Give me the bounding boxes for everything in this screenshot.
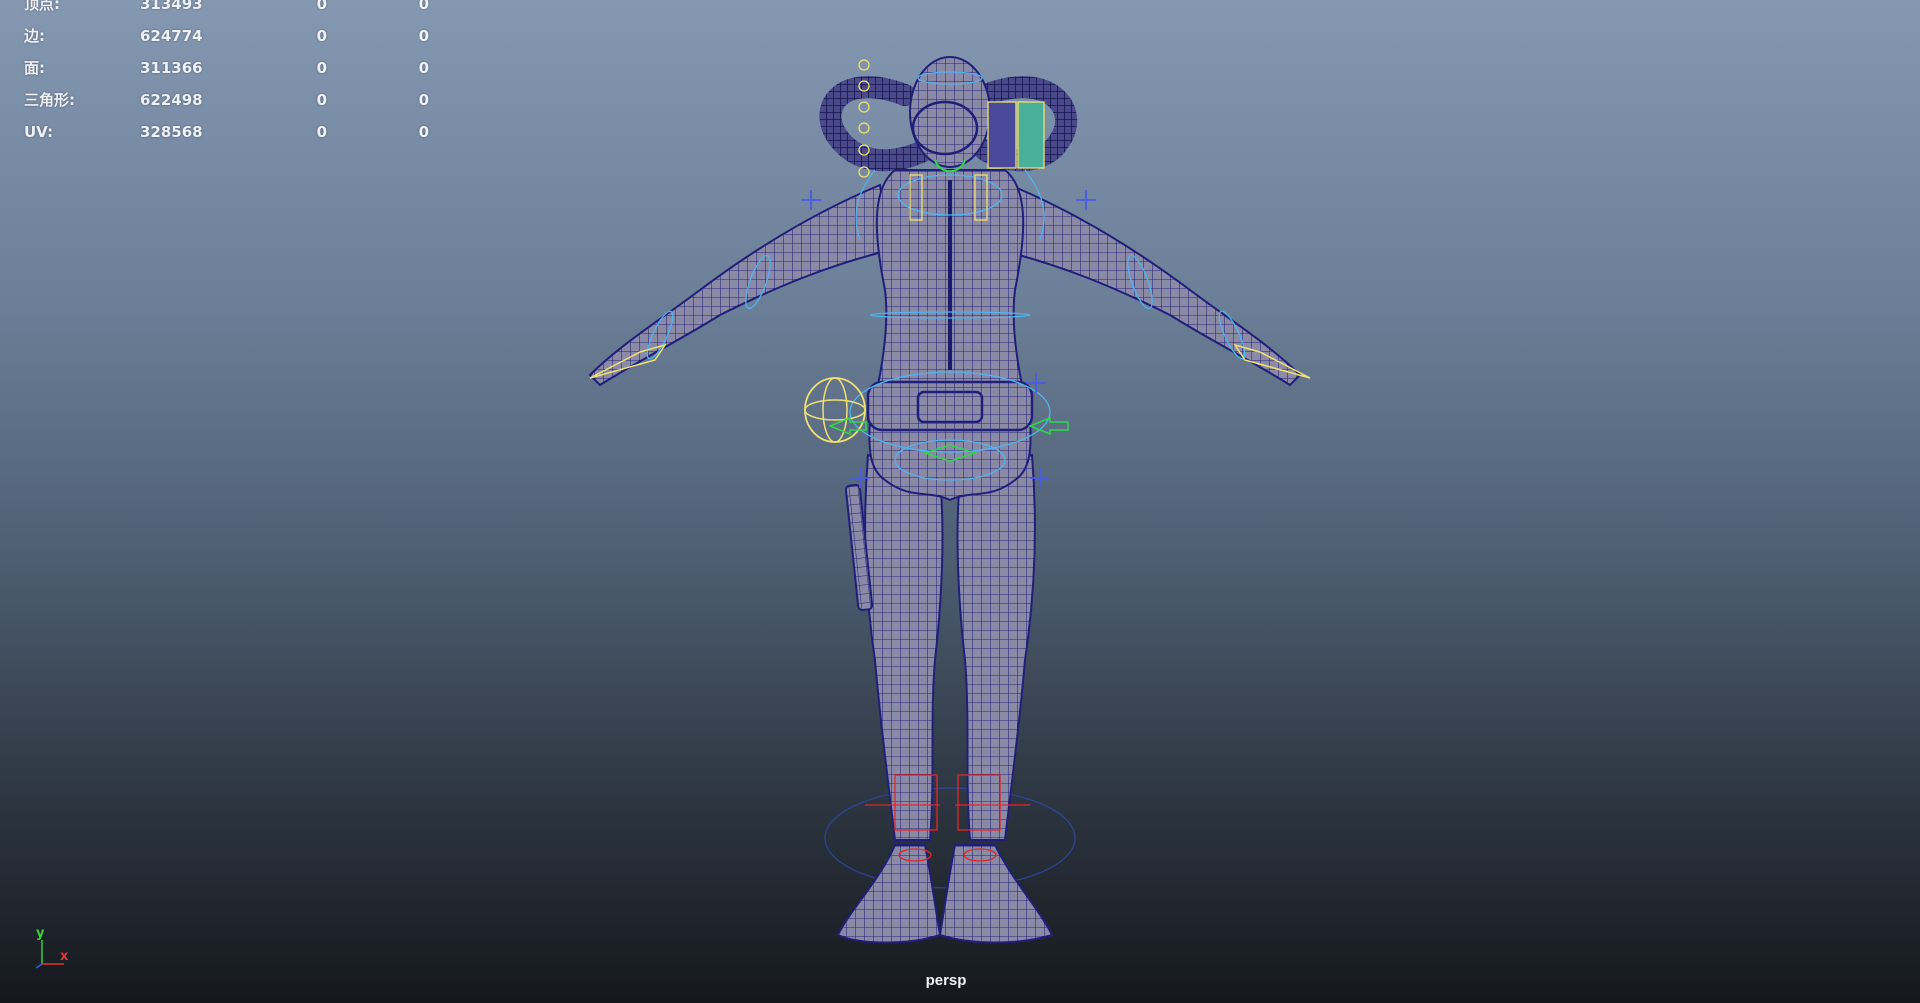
hud-value: 0: [418, 59, 429, 77]
hud-label: 边:: [24, 27, 45, 45]
leg-left: [864, 453, 944, 841]
hud-value: 328568: [140, 123, 203, 141]
fin-right: [938, 844, 1054, 944]
hud-value: 0: [316, 91, 327, 109]
gauge-panel-2: [1017, 101, 1045, 169]
rigged-diver-model[interactable]: [0, 0, 1920, 1003]
hud-value: 311366: [140, 59, 203, 77]
hud-value: 624774: [140, 27, 203, 45]
hud-value: 0: [316, 59, 327, 77]
hud-value: 0: [418, 91, 429, 109]
helmet-visor: [911, 100, 979, 156]
hud-label: 面:: [24, 59, 45, 77]
hud-value: 0: [316, 123, 327, 141]
hud-value: 0: [418, 123, 429, 141]
hud-value: 0: [418, 27, 429, 45]
hud-value: 313493: [140, 0, 203, 13]
hud-label: UV:: [24, 123, 54, 141]
hud-value: 0: [316, 27, 327, 45]
leg-right: [956, 453, 1036, 841]
gauge-panel: [987, 101, 1017, 169]
hud-label: 三角形:: [24, 91, 75, 109]
hud-value: 0: [418, 0, 429, 13]
axis-x-label: x: [60, 949, 69, 964]
axis-gizmo: y x: [35, 926, 69, 969]
hud-label: 顶点:: [24, 0, 60, 13]
maya-viewport[interactable]: 顶点: 313493 0 0 边: 624774 0 0 面: 311366 0…: [0, 0, 1920, 1003]
camera-name-label: persp: [925, 972, 967, 989]
hud-value: 0: [316, 0, 327, 13]
axis-y-label: y: [36, 926, 45, 941]
hud-value: 622498: [140, 91, 203, 109]
